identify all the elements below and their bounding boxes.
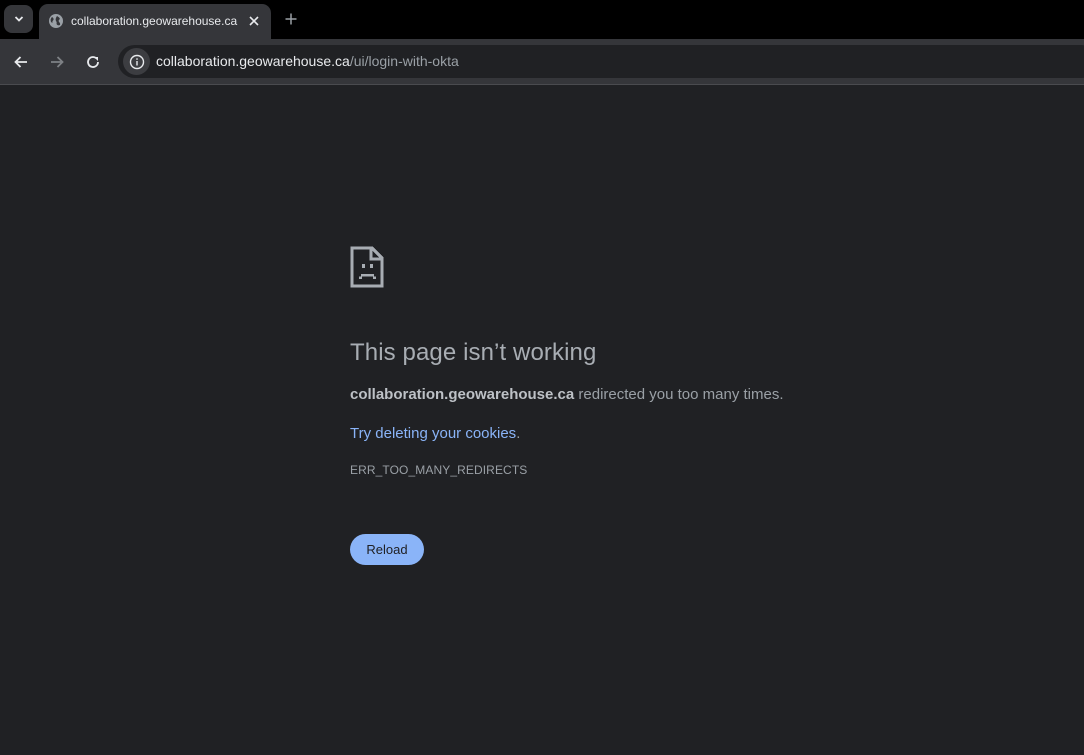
error-suggestion: Try deleting your cookies. — [350, 424, 950, 444]
info-icon — [129, 54, 144, 69]
close-icon — [249, 16, 259, 26]
url-text[interactable]: collaboration.geowarehouse.ca/ui/login-w… — [156, 53, 459, 70]
close-tab-button[interactable] — [244, 11, 264, 31]
back-button[interactable] — [8, 49, 34, 75]
new-tab-button[interactable] — [280, 8, 302, 30]
browser-tab[interactable]: collaboration.geowarehouse.ca — [39, 4, 271, 39]
globe-icon — [49, 14, 63, 28]
url-path: /ui/login-with-okta — [349, 53, 459, 69]
delete-cookies-link[interactable]: Try deleting your cookies — [350, 425, 516, 442]
reload-button[interactable]: Reload — [350, 534, 424, 565]
error-summary: collaboration.geowarehouse.ca redirected… — [350, 385, 950, 405]
tab-strip: collaboration.geowarehouse.ca — [0, 0, 1084, 39]
page-title: This page isn’t working — [350, 339, 597, 366]
browser-toolbar: collaboration.geowarehouse.ca/ui/login-w… — [0, 39, 1084, 85]
error-page: This page isn’t working collaboration.ge… — [350, 246, 950, 565]
tab-title: collaboration.geowarehouse.ca — [71, 14, 238, 28]
suggestion-period: . — [516, 425, 521, 442]
sad-document-icon — [350, 246, 384, 288]
error-host: collaboration.geowarehouse.ca — [350, 386, 575, 403]
forward-button[interactable] — [44, 49, 70, 75]
error-code: ERR_TOO_MANY_REDIRECTS — [350, 463, 528, 477]
plus-icon — [285, 13, 297, 25]
arrow-right-icon — [51, 56, 64, 68]
site-info-button[interactable] — [123, 48, 150, 75]
error-summary-text: redirected you too many times. — [574, 386, 784, 403]
tab-search-button[interactable] — [4, 5, 33, 33]
url-host: collaboration.geowarehouse.ca — [156, 53, 350, 69]
address-bar[interactable]: collaboration.geowarehouse.ca/ui/login-w… — [118, 45, 1084, 78]
arrow-left-icon — [14, 56, 27, 68]
reload-toolbar-button[interactable] — [80, 49, 106, 75]
reload-icon — [87, 56, 99, 68]
chevron-down-icon — [14, 16, 23, 22]
